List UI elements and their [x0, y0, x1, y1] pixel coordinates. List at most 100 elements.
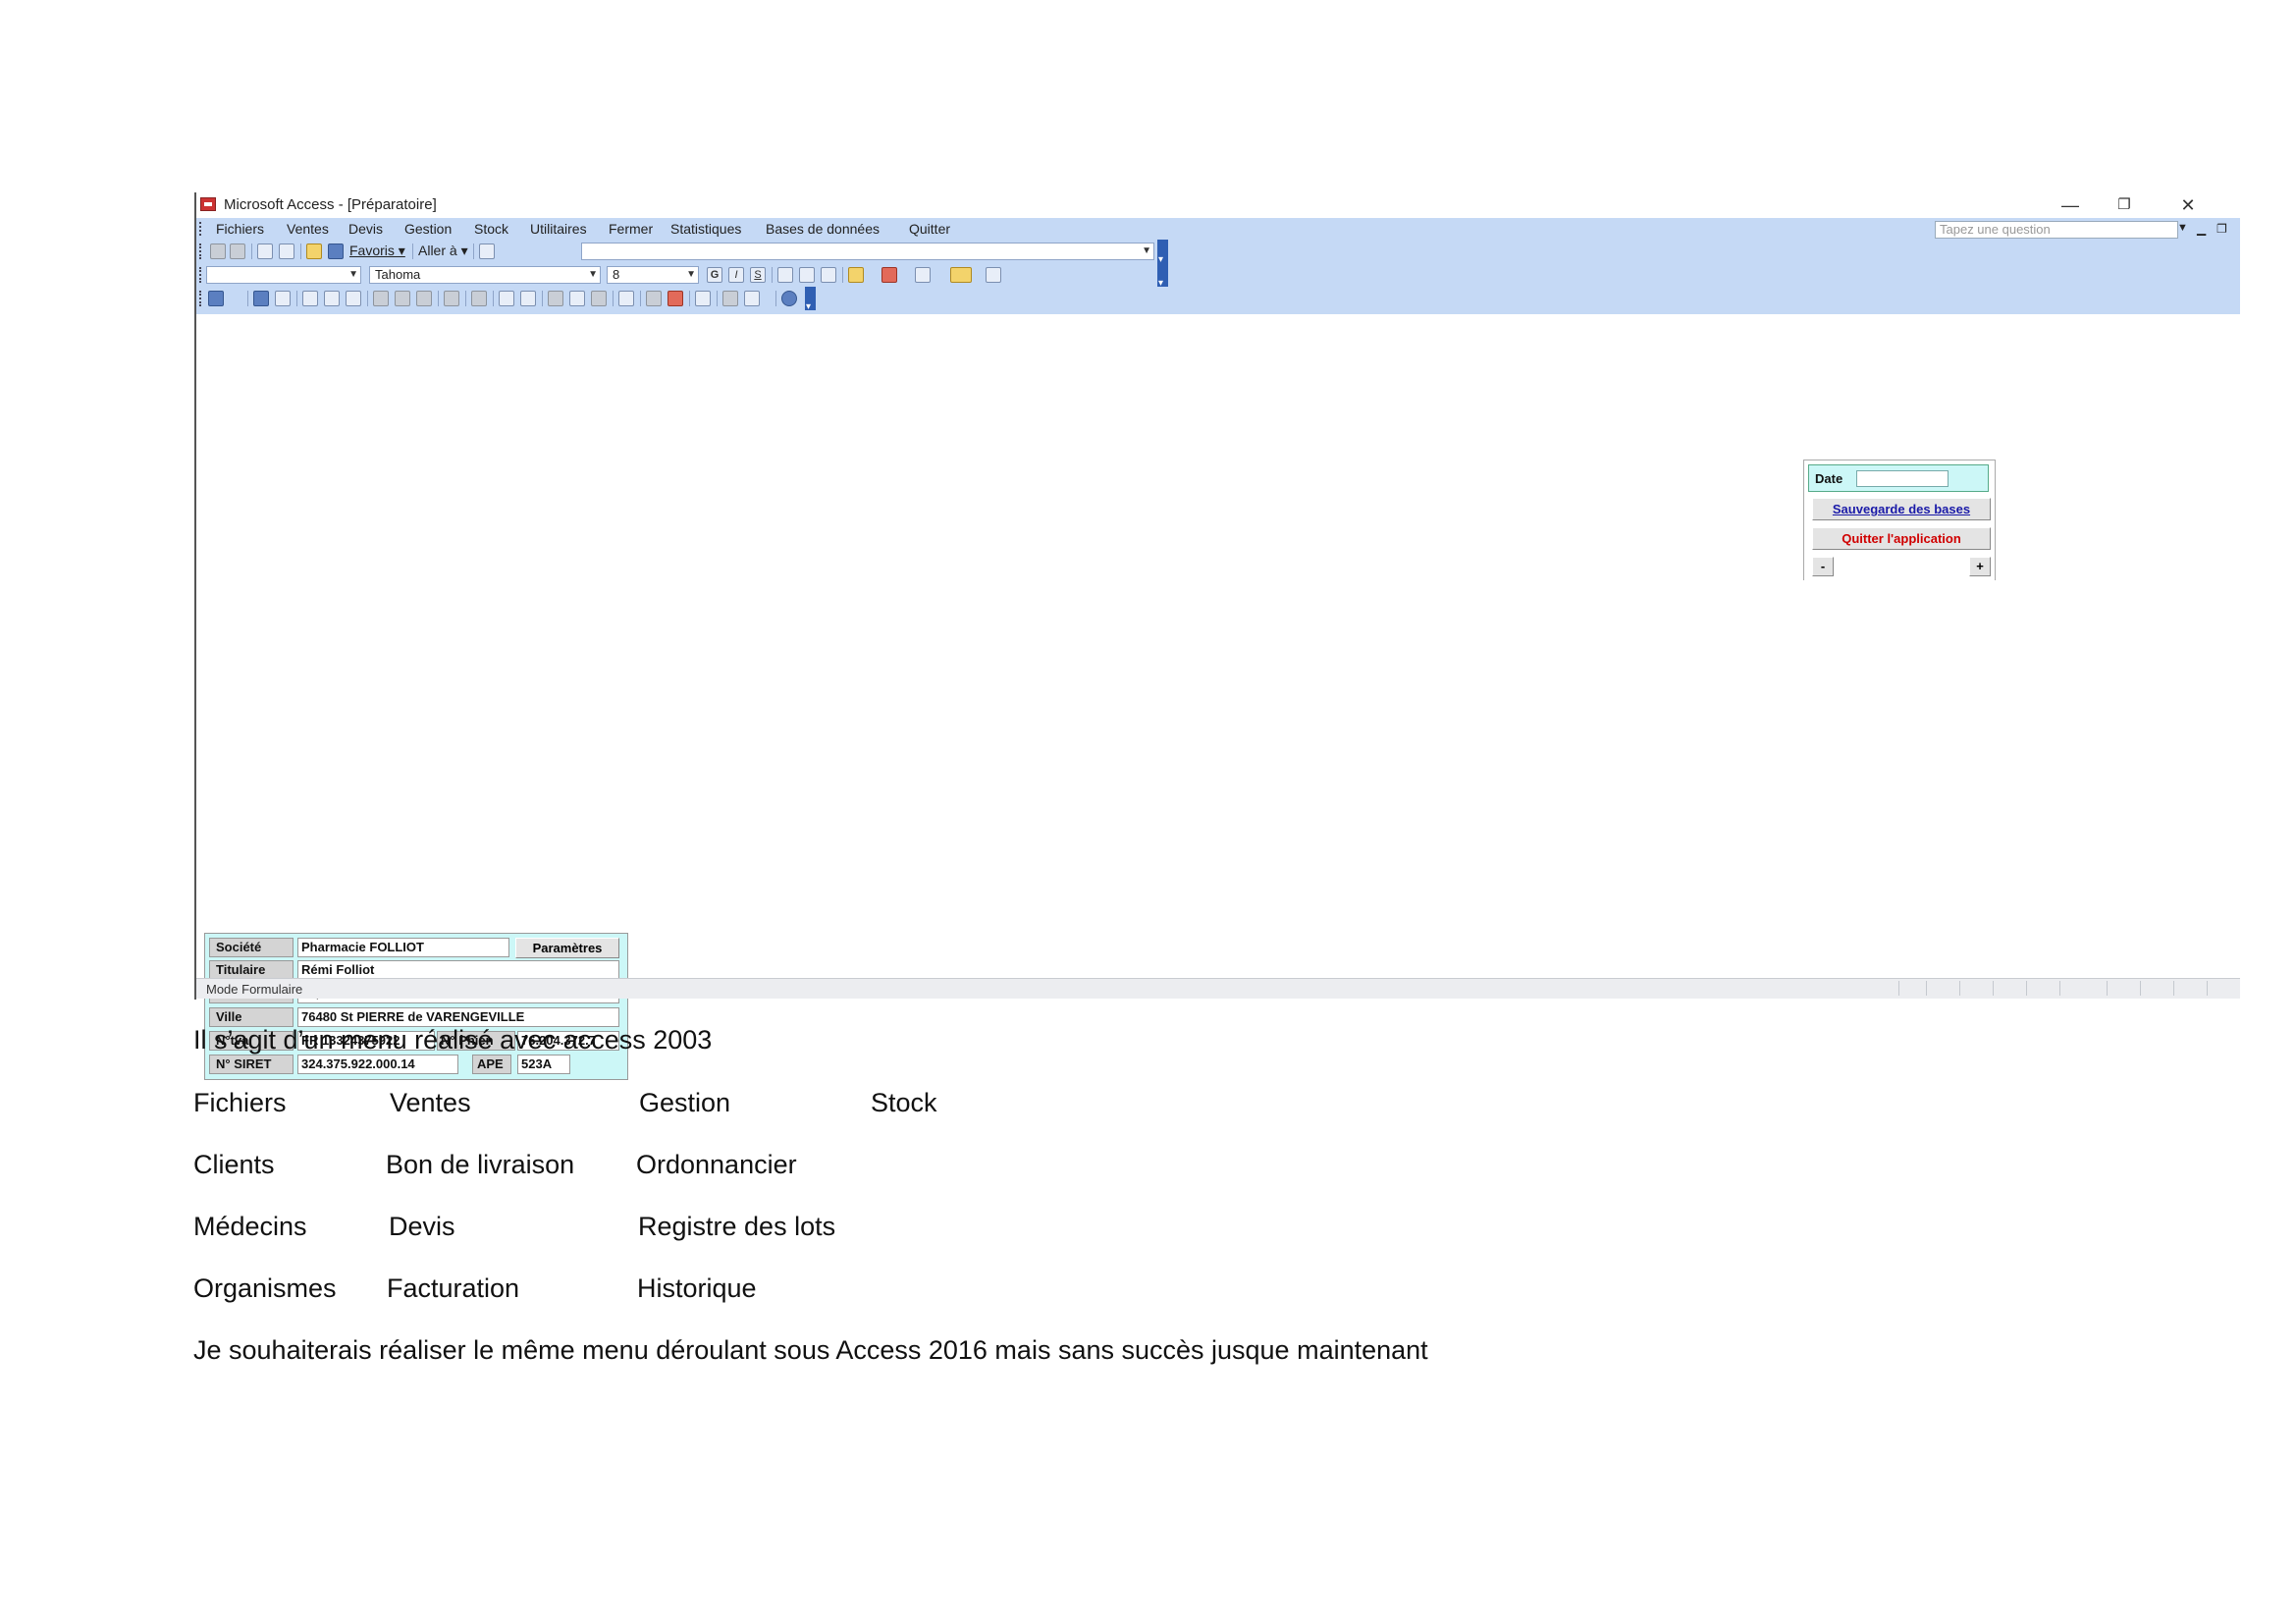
italic-icon[interactable]: I	[728, 267, 744, 283]
closing-paragraph: Je souhaiterais réaliser le même menu dé…	[193, 1335, 1428, 1365]
border-icon[interactable]	[950, 267, 972, 283]
chevron-down-icon[interactable]: ▼	[686, 267, 696, 283]
access-app-icon	[200, 197, 216, 211]
close-button[interactable]: ✕	[2165, 192, 2211, 218]
font-name-combo[interactable]: Tahoma ▼	[369, 266, 601, 284]
home-icon[interactable]	[306, 244, 322, 259]
menu-quitter[interactable]: Quitter	[909, 221, 950, 237]
ask-question-field[interactable]: Tapez une question	[1935, 221, 2178, 239]
menu-fermer[interactable]: Fermer	[609, 221, 653, 237]
print-icon[interactable]	[302, 291, 318, 306]
toolbar-grip[interactable]	[199, 291, 204, 306]
paste-icon[interactable]	[416, 291, 432, 306]
table-cell: Fichiers	[193, 1088, 287, 1117]
siret-field[interactable]: 324.375.922.000.14	[297, 1055, 458, 1074]
align-left-icon[interactable]	[777, 267, 793, 283]
properties-icon[interactable]	[695, 291, 711, 306]
quit-application-button[interactable]: Quitter l'application	[1812, 527, 1991, 550]
forward-icon[interactable]	[230, 244, 245, 259]
table-cell: Ventes	[390, 1088, 471, 1117]
back-icon[interactable]	[210, 244, 226, 259]
apply-filter-icon[interactable]	[591, 291, 607, 306]
societe-field[interactable]: Pharmacie FOLLIOT	[297, 938, 509, 957]
side-command-panel: Date Sauvegarde des bases Quitter l'appl…	[1803, 460, 1996, 580]
copy-icon[interactable]	[395, 291, 410, 306]
cut-icon[interactable]	[373, 291, 389, 306]
mdi-minimize-button[interactable]: ▁	[2197, 222, 2206, 236]
titulaire-field[interactable]: Rémi Folliot	[297, 960, 619, 980]
favorites-menu[interactable]: Favoris ▾	[349, 243, 405, 259]
command-area: Fichiers Ventes Devis Gestion Stock Util…	[196, 218, 2240, 314]
ville-field[interactable]: 76480 St PIERRE de VARENGEVILLE	[297, 1007, 619, 1027]
table-cell: Organismes	[193, 1273, 337, 1303]
show-web-toolbar-icon[interactable]	[479, 244, 495, 259]
access-window: Microsoft Access - [Préparatoire] — ❐ ✕ …	[194, 192, 2240, 1080]
file-search-icon[interactable]	[275, 291, 291, 306]
separator	[247, 291, 248, 306]
filter-by-form-icon[interactable]	[569, 291, 585, 306]
toolbar-grip[interactable]	[199, 244, 204, 259]
search-web-icon[interactable]	[328, 244, 344, 259]
minimize-button[interactable]: —	[2048, 192, 2093, 218]
print-preview-icon[interactable]	[324, 291, 340, 306]
date-field[interactable]	[1856, 470, 1949, 487]
toolbar-grip[interactable]	[199, 267, 204, 283]
undo-icon[interactable]	[444, 291, 459, 306]
sort-descending-icon[interactable]	[520, 291, 536, 306]
backup-databases-button[interactable]: Sauvegarde des bases	[1812, 498, 1991, 520]
font-color-icon[interactable]	[881, 267, 897, 283]
save-icon[interactable]	[253, 291, 269, 306]
new-object-icon[interactable]	[744, 291, 760, 306]
goto-menu[interactable]: Aller à ▾	[418, 243, 468, 259]
menubar-grip[interactable]	[199, 222, 204, 236]
hyperlink-icon[interactable]	[471, 291, 487, 306]
menu-statistiques[interactable]: Statistiques	[670, 221, 741, 237]
find-icon[interactable]	[618, 291, 634, 306]
font-size-combo[interactable]: 8 ▼	[607, 266, 699, 284]
line-color-icon[interactable]	[915, 267, 931, 283]
filter-by-selection-icon[interactable]	[548, 291, 563, 306]
object-combo[interactable]: ▼	[206, 266, 361, 284]
view-icon[interactable]	[208, 291, 224, 306]
menu-ventes[interactable]: Ventes	[287, 221, 329, 237]
menu-fichiers[interactable]: Fichiers	[216, 221, 264, 237]
align-center-icon[interactable]	[799, 267, 815, 283]
refresh-icon[interactable]	[279, 244, 294, 259]
bold-icon[interactable]: G	[707, 267, 722, 283]
delete-record-icon[interactable]	[667, 291, 683, 306]
toolbar-options-icon[interactable]	[1157, 263, 1168, 289]
new-record-icon[interactable]	[646, 291, 662, 306]
help-icon[interactable]	[781, 291, 797, 306]
line-width-icon[interactable]	[986, 267, 1001, 283]
menu-devis[interactable]: Devis	[348, 221, 383, 237]
toolbar-options-icon[interactable]	[805, 287, 816, 312]
database-window-icon[interactable]	[722, 291, 738, 306]
fill-color-icon[interactable]	[848, 267, 864, 283]
address-combo[interactable]: ▼	[581, 243, 1154, 260]
separator	[640, 291, 641, 306]
toolbar-options-icon[interactable]	[1157, 240, 1168, 265]
chevron-down-icon[interactable]: ▼	[588, 267, 598, 283]
chevron-down-icon[interactable]: ▼	[348, 267, 358, 283]
increase-button[interactable]: +	[1969, 557, 1991, 576]
ville-label: Ville	[209, 1007, 294, 1027]
underline-icon[interactable]: S	[750, 267, 766, 283]
sort-ascending-icon[interactable]	[499, 291, 514, 306]
menu-utilitaires[interactable]: Utilitaires	[530, 221, 587, 237]
parametres-button[interactable]: Paramètres	[515, 938, 619, 958]
ape-field[interactable]: 523A	[517, 1055, 570, 1074]
stop-icon[interactable]	[257, 244, 273, 259]
status-cell	[2026, 981, 2027, 996]
spelling-icon[interactable]	[346, 291, 361, 306]
menu-stock[interactable]: Stock	[474, 221, 508, 237]
menu-bases-de-donnees[interactable]: Bases de données	[766, 221, 880, 237]
align-right-icon[interactable]	[821, 267, 836, 283]
mdi-restore-button[interactable]: ❐	[2216, 222, 2227, 236]
form-client-area: Date Sauvegarde des bases Quitter l'appl…	[196, 314, 2240, 1080]
decrease-button[interactable]: -	[1812, 557, 1834, 576]
chevron-down-icon[interactable]: ▼	[1142, 244, 1151, 259]
ask-dropdown-icon[interactable]: ▼	[2177, 222, 2188, 234]
separator	[775, 291, 776, 306]
restore-button[interactable]: ❐	[2102, 192, 2147, 218]
menu-gestion[interactable]: Gestion	[404, 221, 452, 237]
